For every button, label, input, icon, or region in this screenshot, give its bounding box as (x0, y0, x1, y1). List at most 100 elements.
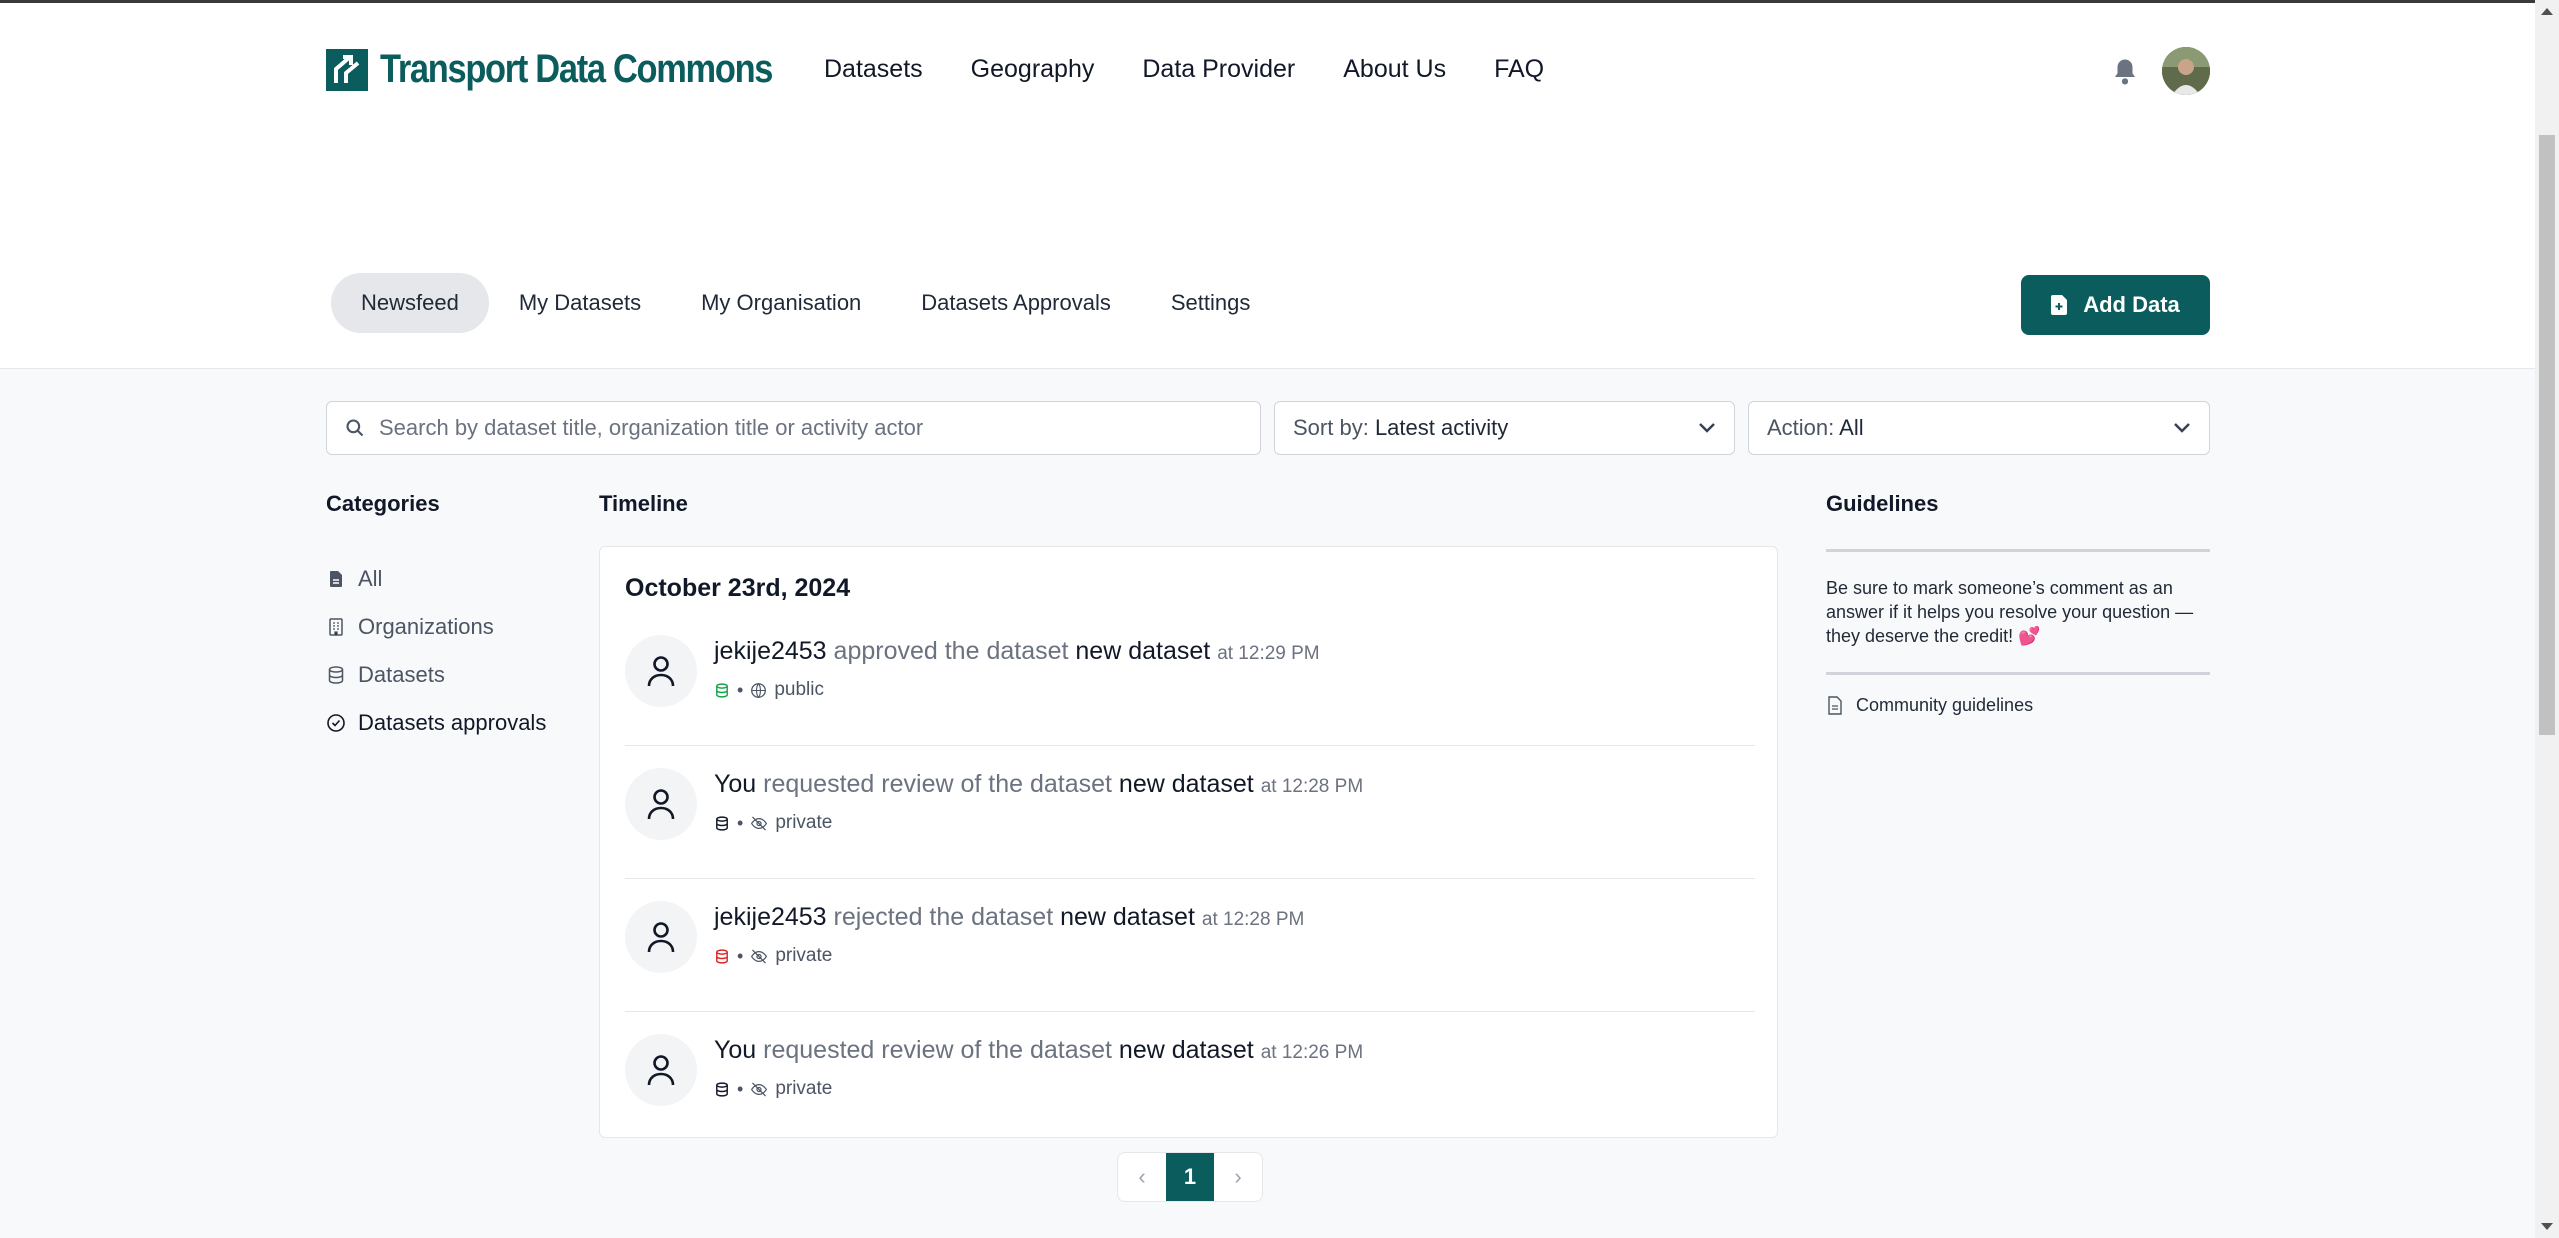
timeline-entry: jekije2453 rejected the dataset new data… (625, 879, 1755, 1012)
guidelines-title: Guidelines (1826, 491, 1939, 516)
tab-datasets-approvals[interactable]: Datasets Approvals (891, 273, 1141, 333)
divider (1826, 672, 2210, 675)
timeline-entry: jekije2453 approved the dataset new data… (625, 613, 1755, 746)
separator: • (737, 679, 744, 700)
building-icon (329, 618, 343, 636)
entry-meta: • private (714, 945, 832, 967)
tab-my-organisation[interactable]: My Organisation (671, 273, 891, 333)
logo-text: Transport Data Commons (380, 47, 773, 91)
timeline-title: Timeline (599, 491, 688, 516)
entry-action: requested review of the dataset (763, 770, 1112, 798)
database-icon (328, 666, 344, 684)
entry-time: at 12:28 PM (1201, 909, 1305, 930)
category-label: All (358, 566, 383, 591)
entry-headline: jekije2453 rejected the dataset new data… (714, 903, 1304, 932)
entry-action: rejected the dataset (833, 903, 1054, 931)
check-circle-icon (327, 714, 345, 732)
scroll-down-icon[interactable] (2541, 1223, 2553, 1230)
category-label: Organizations (358, 614, 494, 639)
categories-title: Categories (326, 491, 440, 516)
community-guidelines-link[interactable]: Community guidelines (1826, 695, 2210, 716)
entry-meta: • private (714, 1078, 832, 1100)
main-nav: Datasets Geography Data Provider About U… (824, 55, 1544, 84)
page-number-button[interactable]: 1 (1166, 1153, 1214, 1201)
pagination: ‹ 1 › (1117, 1152, 1263, 1202)
category-all[interactable]: All (326, 555, 546, 603)
entry-visibility: public (774, 679, 824, 700)
entry-actor[interactable]: jekije2453 (714, 637, 827, 665)
eye-off-icon (751, 816, 768, 830)
entry-visibility: private (775, 812, 833, 833)
entry-headline: You requested review of the dataset new … (714, 770, 1363, 799)
entry-action: requested review of the dataset (763, 1036, 1112, 1064)
entry-headline: You requested review of the dataset new … (714, 1036, 1363, 1065)
entry-action: approved the dataset (833, 637, 1069, 665)
notification-bell-icon[interactable] (2110, 57, 2140, 87)
page-scrollbar[interactable] (2535, 0, 2559, 1238)
search-icon (346, 419, 364, 437)
nav-geography[interactable]: Geography (971, 55, 1095, 84)
user-avatar-icon (625, 901, 697, 973)
entry-dataset-link[interactable]: new dataset (1119, 1036, 1254, 1064)
scroll-up-icon[interactable] (2541, 8, 2553, 15)
entry-visibility: private (775, 1078, 833, 1099)
entry-time: at 12:26 PM (1260, 1042, 1364, 1063)
entry-actor[interactable]: You (714, 770, 756, 798)
timeline-entry: You requested review of the dataset new … (625, 1012, 1755, 1137)
entry-visibility: private (775, 945, 833, 966)
category-datasets-approvals[interactable]: Datasets approvals (326, 699, 546, 747)
search-input[interactable] (379, 415, 1239, 441)
site-header: Transport Data Commons Datasets Geograph… (0, 3, 2535, 368)
entry-time: at 12:28 PM (1260, 776, 1364, 797)
separator: • (737, 812, 744, 833)
nav-data-provider[interactable]: Data Provider (1142, 55, 1295, 84)
database-icon (716, 682, 728, 698)
add-data-button[interactable]: Add Data (2021, 275, 2210, 335)
database-icon (716, 948, 728, 964)
entry-time: at 12:29 PM (1217, 643, 1320, 664)
tab-newsfeed[interactable]: Newsfeed (331, 273, 489, 333)
eye-off-icon (751, 1082, 768, 1096)
globe-icon (751, 682, 767, 698)
newsfeed-main: Sort by: Latest activity Action: All Cat… (0, 368, 2535, 1238)
category-organizations[interactable]: Organizations (326, 603, 546, 651)
category-datasets[interactable]: Datasets (326, 651, 546, 699)
add-data-label: Add Data (2083, 292, 2180, 317)
user-avatar-icon (625, 635, 697, 707)
next-page-button[interactable]: › (1214, 1153, 1262, 1201)
divider (1826, 549, 2210, 552)
action-filter-select[interactable]: Action: All (1748, 401, 2210, 455)
sort-select[interactable]: Sort by: Latest activity (1274, 401, 1735, 455)
entry-headline: jekije2453 approved the dataset new data… (714, 637, 1320, 666)
user-avatar[interactable] (2162, 47, 2210, 95)
guidelines-panel: Guidelines Be sure to mark someone’s com… (1826, 491, 2210, 716)
categories-list: All Organizations Datasets Datasets appr… (326, 555, 546, 747)
entry-meta: • public (714, 679, 824, 701)
entry-actor[interactable]: jekije2453 (714, 903, 827, 931)
search-box[interactable] (326, 401, 1261, 455)
site-logo[interactable]: Transport Data Commons (326, 47, 836, 92)
scrollbar-thumb[interactable] (2539, 135, 2555, 735)
action-value: All (1839, 415, 1864, 440)
tab-settings[interactable]: Settings (1141, 273, 1281, 333)
category-label: Datasets approvals (358, 710, 547, 735)
nav-faq[interactable]: FAQ (1494, 55, 1544, 84)
chevron-down-icon (2174, 423, 2190, 433)
entry-actor[interactable]: You (714, 1036, 756, 1064)
logo-mark-icon (326, 48, 368, 91)
tab-my-datasets[interactable]: My Datasets (489, 273, 671, 333)
user-avatar-icon (625, 1034, 697, 1106)
timeline-card: October 23rd, 2024 jekije2453 approved t… (599, 546, 1778, 1138)
timeline-date: October 23rd, 2024 (625, 574, 851, 602)
nav-datasets[interactable]: Datasets (824, 55, 923, 84)
nav-about-us[interactable]: About Us (1343, 55, 1446, 84)
separator: • (737, 945, 744, 966)
sort-value: Latest activity (1374, 415, 1509, 440)
action-label: Action: (1767, 415, 1835, 440)
file-plus-icon (2051, 295, 2068, 315)
eye-off-icon (751, 949, 768, 963)
entry-dataset-link[interactable]: new dataset (1119, 770, 1254, 798)
prev-page-button[interactable]: ‹ (1118, 1153, 1166, 1201)
entry-dataset-link[interactable]: new dataset (1060, 903, 1195, 931)
entry-dataset-link[interactable]: new dataset (1075, 637, 1210, 665)
